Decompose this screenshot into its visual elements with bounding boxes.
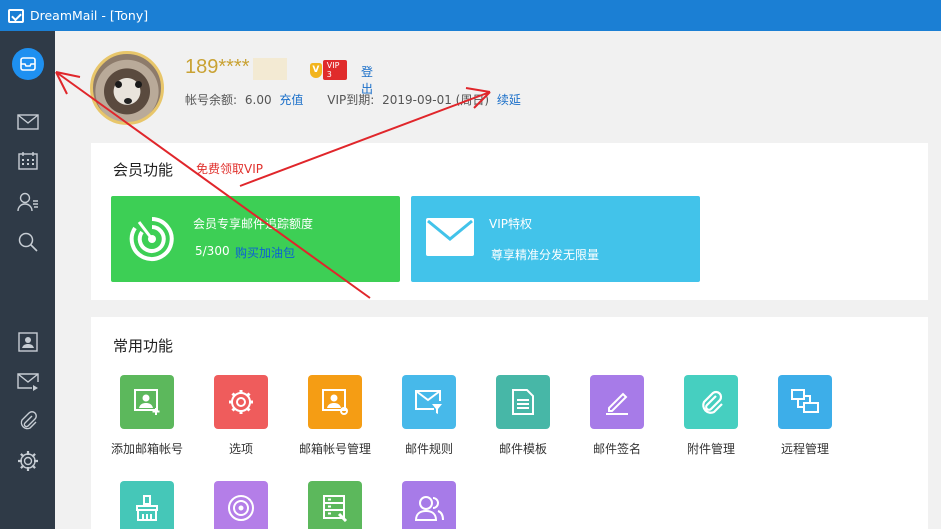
account-info: 帐号余额: 6.00 充值 VIP到期: 2019-09-01 (周日) 续延 (185, 91, 525, 108)
calendar-icon (17, 152, 38, 170)
sidebar-item-account[interactable] (0, 46, 55, 82)
vip-privilege-tile[interactable]: VIP特权 尊享精准分发无限量 (411, 196, 700, 282)
title-bar: DreamMail - [Tony] (0, 0, 941, 31)
recharge-link[interactable]: 充值 (279, 93, 303, 107)
func-account-manage[interactable]: 邮箱帐号管理 (295, 375, 375, 457)
radar-icon (129, 217, 174, 261)
func-label: 附件管理 (686, 442, 735, 456)
vip-badge: V VIP 3 (310, 60, 347, 80)
mailbox-icon (19, 57, 36, 71)
func-label: 邮箱帐号管理 (298, 442, 371, 456)
gear-icon (214, 375, 268, 429)
vip-privilege-desc: 尊享精准分发无限量 (491, 248, 600, 262)
sidebar-item-send-mail[interactable] (0, 364, 55, 400)
vip-privilege-title: VIP特权 (489, 217, 532, 231)
func-mail-rules[interactable]: 邮件规则 (389, 375, 469, 457)
buy-package-link[interactable]: 购买加油包 (235, 244, 295, 261)
window-title: DreamMail - [Tony] (30, 8, 149, 23)
avatar[interactable] (90, 51, 164, 125)
tracking-count: 5/300 (195, 244, 230, 258)
paperclip-icon (684, 375, 738, 429)
contacts-icon (16, 192, 38, 212)
users-icon (402, 481, 456, 529)
func-label: 邮件签名 (592, 442, 641, 456)
func-options[interactable]: 选项 (201, 375, 281, 457)
send-mail-icon (16, 373, 39, 391)
vip-expire-value: 2019-09-01 (周日) (382, 93, 490, 107)
balance-value: 6.00 (244, 93, 272, 107)
gear-icon (17, 451, 38, 471)
common-features-card: 常用功能 添加邮箱帐号 选项 邮箱帐号管理 邮件规则 邮件模板 邮件签名 附件管… (91, 317, 928, 529)
mail-tracking-tile[interactable]: 会员专享邮件追踪额度 5/300 购买加油包 (111, 196, 400, 282)
id-card-icon (17, 332, 38, 352)
func-label: 邮件模板 (498, 442, 547, 456)
pen-icon (590, 375, 644, 429)
sidebar-item-calendar[interactable] (0, 143, 55, 179)
search-icon (18, 232, 38, 252)
func-target[interactable] (201, 481, 281, 529)
tracking-title: 会员专享邮件追踪额度 (193, 217, 314, 231)
brush-icon (120, 481, 174, 529)
balance-label: 帐号余额: (185, 93, 238, 107)
paperclip-icon (20, 411, 37, 430)
member-features-card: 会员功能 免费领取VIP 会员专享邮件追踪额度 5/300 购买加油包 VIP特… (91, 143, 928, 300)
avatar-nose (124, 98, 132, 104)
vip-crown-icon: V (310, 62, 322, 78)
func-mail-template[interactable]: 邮件模板 (483, 375, 563, 457)
sidebar (0, 31, 55, 529)
main-panel: 189**** 1 V VIP 3 登出 帐号余额: 6.00 充值 VIP到期… (55, 31, 941, 529)
sidebar-item-contacts[interactable] (0, 184, 55, 220)
free-vip-link[interactable]: 免费领取VIP (196, 160, 263, 177)
func-server-tool[interactable] (295, 481, 375, 529)
sidebar-item-search[interactable] (0, 224, 55, 260)
func-remote-manage[interactable]: 远程管理 (765, 375, 845, 457)
avatar-eye (115, 81, 122, 88)
username-mask (253, 58, 287, 80)
vip-level: VIP 3 (322, 60, 347, 80)
func-attachment-manage[interactable]: 附件管理 (671, 375, 751, 457)
sidebar-item-address-card[interactable] (0, 324, 55, 360)
sidebar-item-attachments[interactable] (0, 403, 55, 439)
member-features-title: 会员功能 (113, 161, 174, 179)
document-icon (496, 375, 550, 429)
add-account-icon (120, 375, 174, 429)
func-mail-signature[interactable]: 邮件签名 (577, 375, 657, 457)
dreammail-logo-icon (8, 8, 24, 23)
remote-icon (778, 375, 832, 429)
func-label: 邮件规则 (404, 442, 453, 456)
avatar-eye (135, 81, 142, 88)
envelope-icon (426, 218, 474, 256)
vip-expire-label: VIP到期: (327, 93, 375, 107)
target-icon (214, 481, 268, 529)
func-users[interactable] (389, 481, 469, 529)
sidebar-item-inbox[interactable] (0, 104, 55, 140)
renew-link[interactable]: 续延 (497, 93, 521, 107)
mail-icon (16, 114, 39, 130)
func-add-account[interactable]: 添加邮箱帐号 (107, 375, 187, 457)
func-label: 添加邮箱帐号 (110, 442, 183, 456)
func-label: 远程管理 (780, 442, 829, 456)
common-features-title: 常用功能 (113, 337, 174, 355)
server-tool-icon (308, 481, 362, 529)
sidebar-item-settings[interactable] (0, 443, 55, 479)
func-cleanup[interactable] (107, 481, 187, 529)
func-label: 选项 (228, 442, 253, 456)
account-manage-icon (308, 375, 362, 429)
mail-filter-icon (402, 375, 456, 429)
